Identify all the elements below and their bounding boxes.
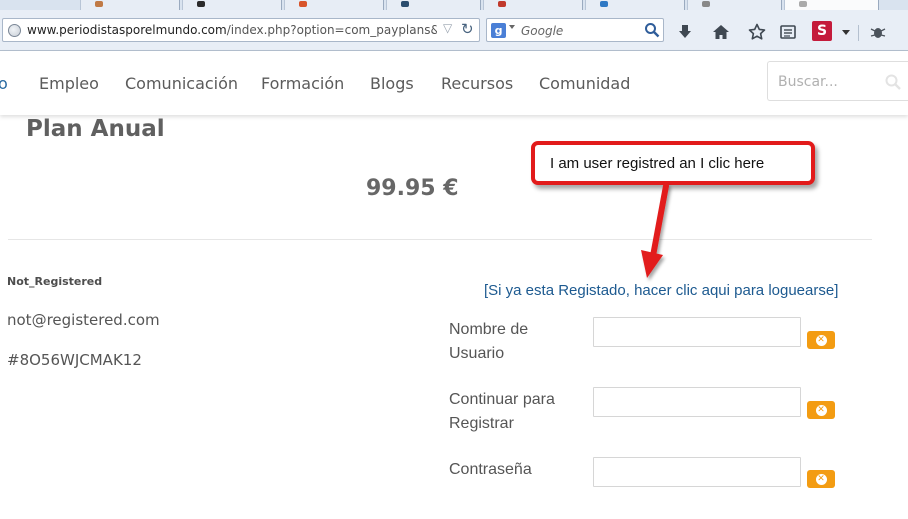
star-icon[interactable] xyxy=(745,21,769,43)
login-link[interactable]: [Si ya esta Registado, hacer clic aqui p… xyxy=(484,282,838,299)
password-label: Contraseña xyxy=(449,458,589,482)
username-field[interactable] xyxy=(593,317,801,347)
download-icon[interactable] xyxy=(673,21,697,43)
browser-tab[interactable] xyxy=(687,0,782,10)
nav-item-blogs[interactable]: Blogs xyxy=(370,74,414,93)
reading-list-icon[interactable] xyxy=(776,21,800,43)
search-engine-dropdown-icon[interactable] xyxy=(509,25,515,29)
nav-item-comunidad[interactable]: Comunidad xyxy=(539,74,630,93)
continue-register-label: Continuar para Registrar xyxy=(449,388,589,436)
annotation-arrow-icon xyxy=(641,183,669,278)
clear-circle-icon: ✕ xyxy=(815,334,827,346)
browser-search-box[interactable]: g xyxy=(486,18,664,42)
reload-icon[interactable]: ↻ xyxy=(461,20,474,38)
plan-price: 99.95 € xyxy=(366,176,459,201)
username-label: Nombre de Usuario xyxy=(449,318,589,366)
clear-circle-icon: ✕ xyxy=(815,473,827,485)
browser-toolbar: www.periodistasporelmundo.com/index.php?… xyxy=(0,10,908,51)
google-icon[interactable]: g xyxy=(491,23,506,38)
user-name: Not_Registered xyxy=(7,275,103,288)
s-addon-icon[interactable]: S xyxy=(812,21,832,41)
browser-tab[interactable] xyxy=(483,0,583,10)
continue-register-label-line2: Registrar xyxy=(449,415,514,432)
url-dropdown-icon[interactable]: ▽ xyxy=(443,21,452,35)
bug-icon[interactable] xyxy=(866,21,890,43)
username-label-line1: Nombre de xyxy=(449,321,529,338)
nav-item-formacion[interactable]: Formación xyxy=(261,74,344,93)
search-icon[interactable] xyxy=(884,73,902,91)
browser-search-input[interactable] xyxy=(521,22,641,39)
password-field[interactable] xyxy=(593,457,801,487)
toolbar-separator xyxy=(858,25,859,41)
password-label-text: Contraseña xyxy=(449,461,532,478)
annotation-text: I am user registred an I clic here xyxy=(550,155,765,172)
browser-tab[interactable] xyxy=(284,0,384,10)
nav-item-empleo[interactable]: Empleo xyxy=(39,74,99,93)
site-search-input[interactable] xyxy=(778,72,874,92)
browser-tab-active[interactable] xyxy=(784,0,879,10)
browser-tab[interactable] xyxy=(386,0,481,10)
address-bar-url[interactable]: www.periodistasporelmundo.com/index.php?… xyxy=(27,23,437,37)
globe-icon xyxy=(8,24,21,37)
nav-item-partial[interactable]: o xyxy=(0,74,8,93)
plan-title: Plan Anual xyxy=(26,116,165,142)
user-key: #8O56WJCMAK12 xyxy=(7,351,142,369)
url-path: /index.php?option=com_payplans&view=ir xyxy=(226,23,437,37)
username-label-line2: Usuario xyxy=(449,345,505,362)
continue-register-label-line1: Continuar para xyxy=(449,391,555,408)
address-bar[interactable]: www.periodistasporelmundo.com/index.php?… xyxy=(2,18,480,42)
continue-register-clear-button[interactable]: ✕ xyxy=(807,401,835,419)
menu-dropdown-icon[interactable] xyxy=(842,30,850,35)
section-divider xyxy=(8,239,872,240)
nav-item-comunicacion[interactable]: Comunicación xyxy=(125,74,238,93)
site-search-box[interactable] xyxy=(767,61,908,101)
browser-tab[interactable] xyxy=(585,0,685,10)
browser-tab[interactable] xyxy=(182,0,282,10)
url-host: www.periodistasporelmundo.com xyxy=(27,23,227,37)
clear-circle-icon: ✕ xyxy=(815,404,827,416)
search-icon[interactable] xyxy=(644,22,660,38)
home-icon[interactable] xyxy=(709,21,733,43)
annotation-callout: I am user registred an I clic here xyxy=(531,141,815,185)
site-main-menu: o Empleo Comunicación Formación Blogs Re… xyxy=(0,51,908,115)
browser-tab[interactable] xyxy=(80,0,180,10)
password-clear-button[interactable]: ✕ xyxy=(807,470,835,488)
user-email: not@registered.com xyxy=(7,311,160,329)
username-clear-button[interactable]: ✕ xyxy=(807,331,835,349)
nav-item-recursos[interactable]: Recursos xyxy=(441,74,513,93)
browser-tab-strip xyxy=(0,0,908,10)
continue-register-field[interactable] xyxy=(593,387,801,417)
